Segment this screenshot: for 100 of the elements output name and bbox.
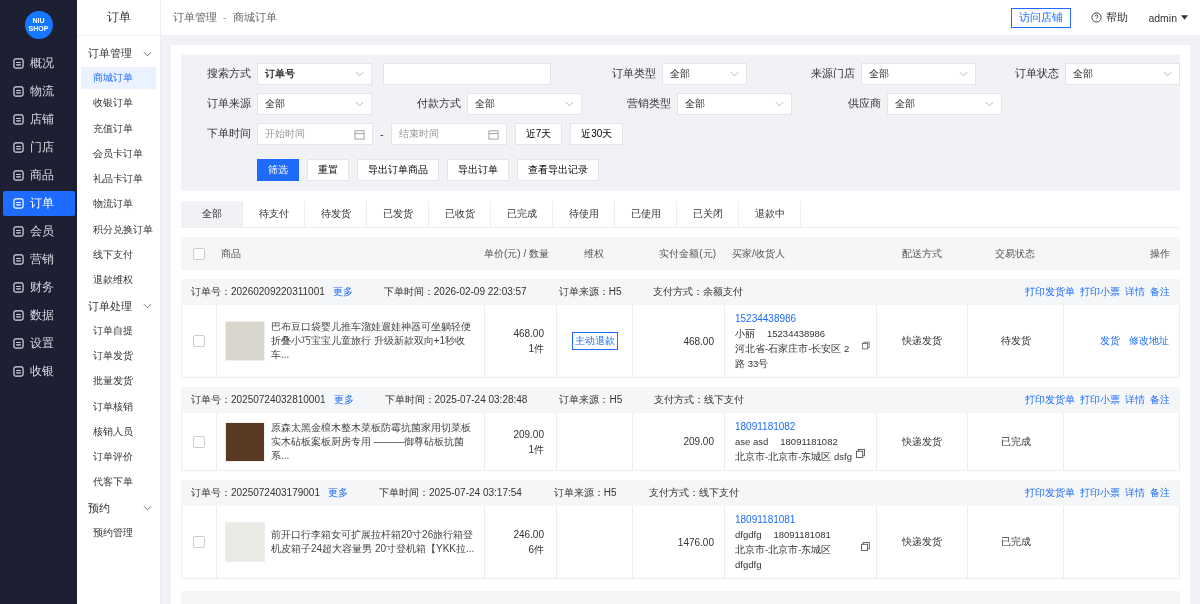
submenu-item[interactable]: 订单发货	[81, 344, 156, 367]
paid-amount: 209.00	[683, 436, 714, 447]
status-tab[interactable]: 已关闭	[677, 201, 739, 227]
order-action-link[interactable]: 打印小票	[1080, 285, 1120, 299]
select-field[interactable]: 订单号	[257, 63, 372, 85]
order-status: 已完成	[1000, 535, 1031, 549]
search-field[interactable]	[382, 63, 551, 85]
product-title[interactable]: 巴布豆口袋婴儿推车溜娃遛娃神器可坐躺轻便折叠小巧宝宝儿童旅行 升级新款双向+1秒收车...	[271, 320, 480, 362]
operation-link[interactable]: 修改地址	[1129, 334, 1169, 348]
submenu-item[interactable]: 充值订单	[81, 117, 156, 140]
submenu-item[interactable]: 订单评价	[81, 446, 156, 469]
submenu-item[interactable]: 物流订单	[81, 193, 156, 216]
filter-label: 订单来源	[206, 97, 252, 111]
submenu-item[interactable]: 预约管理	[81, 521, 156, 544]
order-action-link[interactable]: 备注	[1150, 486, 1170, 500]
select-field[interactable]: 全部	[887, 93, 1002, 115]
product-title[interactable]: 前开口行李箱女可扩展拉杆箱20寸26旅行箱登机皮箱子24超大容量男 20寸登机箱【YKK拉...	[271, 528, 480, 556]
unit-price: 246.00	[513, 528, 544, 542]
nav-item[interactable]: 财务	[2, 275, 75, 300]
select-field[interactable]: 全部	[467, 93, 582, 115]
status-tab[interactable]: 全部	[181, 201, 243, 227]
checkbox[interactable]	[193, 335, 205, 347]
submenu-item[interactable]: 商城订单	[81, 67, 156, 89]
more-link[interactable]: 更多	[328, 486, 348, 500]
submenu-group[interactable]: 订单处理	[77, 293, 160, 319]
product-title[interactable]: 原森太黑金檀木整木菜板防霉抗菌家用切菜板实木砧板案板厨房专用 ———御尊砧板抗菌系...	[271, 420, 480, 463]
order-action-link[interactable]: 详情	[1125, 285, 1145, 299]
order-action-link[interactable]: 详情	[1125, 393, 1145, 407]
nav-item[interactable]: 商品	[2, 163, 75, 188]
buyer-phone-link[interactable]: 18091181082	[735, 419, 870, 434]
quick-range-button[interactable]: 近30天	[570, 123, 624, 145]
operation-link[interactable]: 发货	[1100, 334, 1120, 348]
order-action-link[interactable]: 打印小票	[1080, 486, 1120, 500]
nav-item[interactable]: 收银	[2, 359, 75, 384]
submenu-item[interactable]: 订单自提	[81, 319, 156, 342]
nav-item[interactable]: 订单	[2, 191, 75, 216]
submenu-item[interactable]: 收银订单	[81, 92, 156, 115]
copy-icon[interactable]	[862, 341, 870, 350]
user-menu[interactable]: admin	[1148, 11, 1188, 24]
buyer-phone-link[interactable]: 18091181081	[735, 512, 870, 527]
submenu-group[interactable]: 订单管理	[77, 41, 160, 66]
order-action-link[interactable]: 打印小票	[1080, 393, 1120, 407]
select-field[interactable]: 全部	[257, 93, 372, 115]
status-tab[interactable]: 已发货	[367, 201, 429, 227]
quantity: 1件	[528, 442, 544, 457]
order-action-link[interactable]: 详情	[1125, 486, 1145, 500]
nav-item[interactable]: 物流	[2, 79, 75, 104]
status-tab[interactable]: 待使用	[553, 201, 615, 227]
order-action-link[interactable]: 备注	[1150, 285, 1170, 299]
submenu-item[interactable]: 退款维权	[81, 269, 156, 292]
nav-item[interactable]: 概况	[2, 51, 75, 76]
help-link[interactable]: 帮助	[1091, 10, 1129, 25]
filter-action-button[interactable]: 导出订单	[447, 159, 509, 181]
order-action-link[interactable]: 打印发货单	[1025, 486, 1075, 500]
checkbox[interactable]	[193, 536, 205, 548]
filter-action-button[interactable]: 重置	[307, 159, 349, 181]
filter-action-button[interactable]: 筛选	[257, 159, 299, 181]
submenu-item[interactable]: 礼品卡订单	[81, 168, 156, 191]
checkbox[interactable]	[193, 435, 205, 448]
breadcrumb-item[interactable]: 订单管理	[173, 10, 217, 25]
nav-item[interactable]: 设置	[2, 331, 75, 356]
submenu-group[interactable]: 预约	[77, 495, 160, 521]
nav-item[interactable]: 数据	[2, 303, 75, 328]
status-tab[interactable]: 待发货	[305, 201, 367, 227]
select-field[interactable]: 全部	[1065, 63, 1180, 85]
copy-icon[interactable]	[861, 542, 870, 551]
nav-item[interactable]: 营销	[2, 247, 75, 272]
status-tab[interactable]: 已使用	[615, 201, 677, 227]
refund-button[interactable]: 主动退款	[571, 332, 618, 350]
filter-action-button[interactable]: 查看导出记录	[517, 159, 599, 181]
visit-store-button[interactable]: 访问店铺	[1011, 7, 1072, 28]
status-tab[interactable]: 退款中	[739, 201, 801, 227]
status-tab[interactable]: 已完成	[491, 201, 553, 227]
quick-range-button[interactable]: 近7天	[514, 123, 563, 145]
order-action-link[interactable]: 打印发货单	[1025, 285, 1075, 299]
submenu-item[interactable]: 会员卡订单	[81, 142, 156, 165]
submenu-item[interactable]: 线下支付	[81, 244, 156, 267]
nav-item[interactable]: 会员	[2, 219, 75, 244]
status-tab[interactable]: 待支付	[243, 201, 305, 227]
submenu-item[interactable]: 核销人员	[81, 420, 156, 443]
nav-item[interactable]: 门店	[2, 135, 75, 160]
submenu-item[interactable]: 订单核销	[81, 395, 156, 418]
submenu-item[interactable]: 代客下单	[81, 471, 156, 494]
select-field[interactable]: 全部	[677, 93, 792, 115]
filter-action-button[interactable]: 导出订单商品	[357, 159, 439, 181]
submenu-item[interactable]: 积分兑换订单	[81, 218, 156, 241]
select-field[interactable]: 全部	[662, 63, 748, 85]
order-action-link[interactable]: 备注	[1150, 393, 1170, 407]
square-outline-icon	[12, 58, 24, 69]
submenu-item[interactable]: 批量发货	[81, 370, 156, 393]
nav-item[interactable]: 店铺	[2, 107, 75, 132]
status-tab[interactable]: 已收货	[429, 201, 491, 227]
order-source: 订单来源：H5	[558, 285, 622, 299]
more-link[interactable]: 更多	[332, 285, 353, 299]
more-link[interactable]: 更多	[333, 393, 354, 407]
select-field[interactable]: 全部	[861, 63, 977, 85]
checkbox[interactable]	[192, 247, 205, 260]
order-action-link[interactable]: 打印发货单	[1025, 393, 1075, 407]
buyer-phone-link[interactable]: 15234438986	[735, 311, 870, 326]
copy-icon[interactable]	[855, 449, 865, 458]
